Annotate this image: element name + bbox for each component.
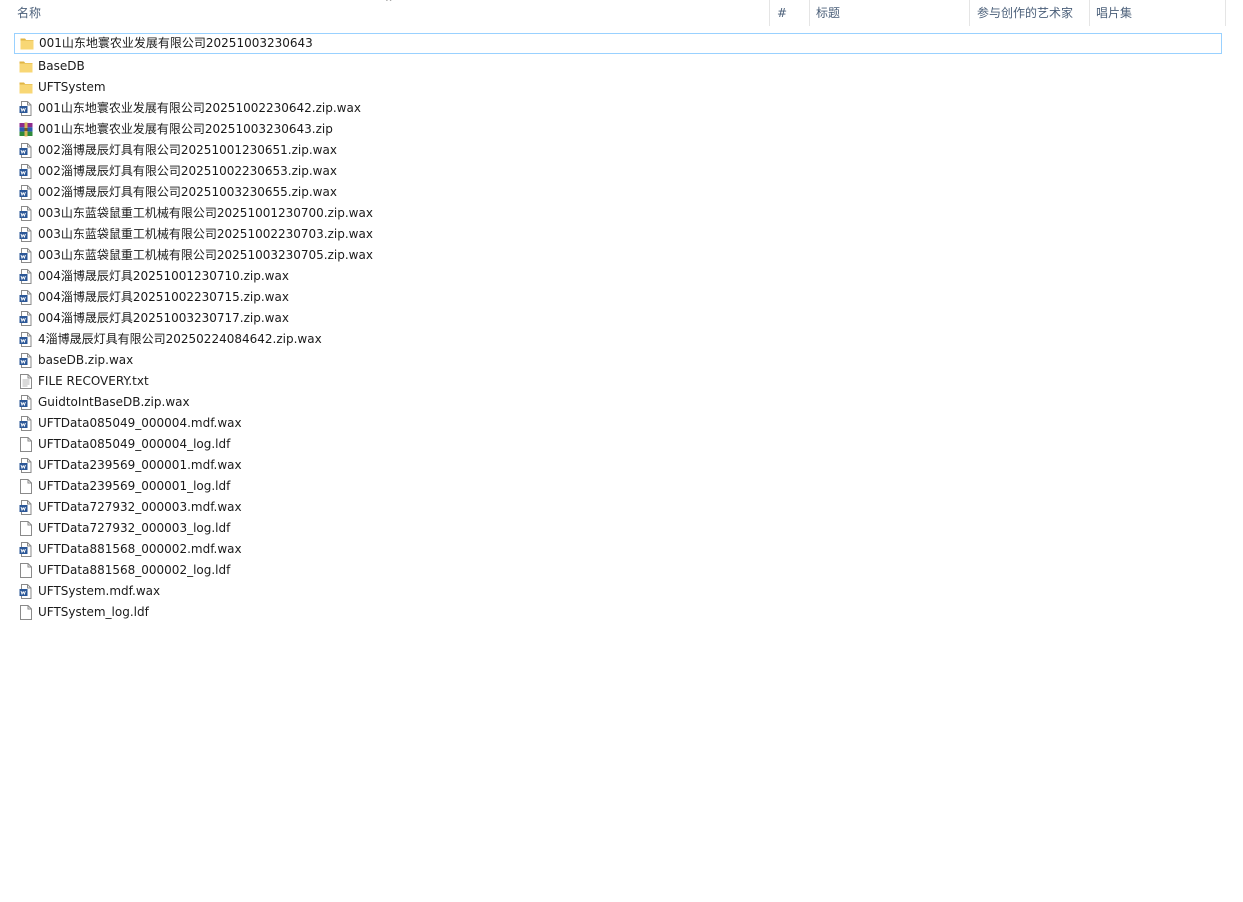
file-row[interactable]: UFTData239569_000001_log.ldf [14, 476, 1222, 497]
wax-file-icon [19, 227, 33, 242]
blank-file-icon [19, 521, 33, 536]
file-row[interactable]: FILE RECOVERY.txt [14, 371, 1222, 392]
column-header-name[interactable]: 名称 [17, 0, 41, 26]
file-row[interactable]: 004淄博晟辰灯具20251002230715.zip.wax [14, 287, 1222, 308]
file-row[interactable]: 002淄博晟辰灯具有限公司20251003230655.zip.wax [14, 182, 1222, 203]
wax-file-icon [19, 542, 33, 557]
file-name: 004淄博晟辰灯具20251003230717.zip.wax [38, 311, 289, 325]
file-row[interactable]: 004淄博晟辰灯具20251001230710.zip.wax [14, 266, 1222, 287]
wax-file-icon [19, 164, 33, 179]
file-name: FILE RECOVERY.txt [38, 374, 149, 388]
blank-file-icon [19, 479, 33, 494]
zip-archive-icon [19, 122, 33, 137]
file-row[interactable]: UFTData239569_000001.mdf.wax [14, 455, 1222, 476]
file-name: UFTData727932_000003_log.ldf [38, 521, 231, 535]
blank-file-icon [19, 605, 33, 620]
wax-file-icon [19, 458, 33, 473]
file-name: baseDB.zip.wax [38, 353, 134, 367]
column-divider[interactable] [969, 0, 970, 26]
file-name: 001山东地寰农业发展有限公司20251002230642.zip.wax [38, 101, 361, 115]
file-row[interactable]: UFTData085049_000004.mdf.wax [14, 413, 1222, 434]
file-row[interactable]: UFTSystem.mdf.wax [14, 581, 1222, 602]
file-row[interactable]: UFTData085049_000004_log.ldf [14, 434, 1222, 455]
wax-file-icon [19, 143, 33, 158]
file-name: 002淄博晟辰灯具有限公司20251002230653.zip.wax [38, 164, 337, 178]
wax-file-icon [19, 395, 33, 410]
file-row[interactable]: UFTData881568_000002.mdf.wax [14, 539, 1222, 560]
wax-file-icon [19, 185, 33, 200]
file-name: 002淄博晟辰灯具有限公司20251001230651.zip.wax [38, 143, 337, 157]
file-row[interactable]: 003山东蓝袋鼠重工机械有限公司20251001230700.zip.wax [14, 203, 1222, 224]
file-row[interactable]: 002淄博晟辰灯具有限公司20251002230653.zip.wax [14, 161, 1222, 182]
wax-file-icon [19, 311, 33, 326]
file-name: 001山东地寰农业发展有限公司20251003230643.zip [38, 122, 333, 136]
file-name: UFTSystem_log.ldf [38, 605, 149, 619]
blank-file-icon [19, 563, 33, 578]
file-name: UFTData881568_000002_log.ldf [38, 563, 231, 577]
column-divider[interactable] [1225, 0, 1226, 26]
column-header-bar: 名称 ^ # 标题 参与创作的艺术家 唱片集 [0, 0, 1243, 28]
text-file-icon [19, 374, 33, 389]
file-row[interactable]: BaseDB [14, 56, 1222, 77]
file-name: UFTData239569_000001_log.ldf [38, 479, 231, 493]
file-row[interactable]: baseDB.zip.wax [14, 350, 1222, 371]
folder-icon [20, 36, 34, 51]
file-name: BaseDB [38, 59, 85, 73]
wax-file-icon [19, 416, 33, 431]
wax-file-icon [19, 584, 33, 599]
sort-ascending-icon: ^ [385, 0, 393, 8]
column-header-title[interactable]: 标题 [816, 0, 840, 26]
file-name: UFTData881568_000002.mdf.wax [38, 542, 242, 556]
file-name: GuidtoIntBaseDB.zip.wax [38, 395, 190, 409]
file-name: 002淄博晟辰灯具有限公司20251003230655.zip.wax [38, 185, 337, 199]
column-divider[interactable] [1089, 0, 1090, 26]
file-name: 004淄博晟辰灯具20251002230715.zip.wax [38, 290, 289, 304]
file-row[interactable]: 001山东地寰农业发展有限公司20251002230642.zip.wax [14, 98, 1222, 119]
file-row[interactable]: UFTData727932_000003.mdf.wax [14, 497, 1222, 518]
file-name: 4淄博晟辰灯具有限公司20250224084642.zip.wax [38, 332, 322, 346]
file-row[interactable]: UFTSystem [14, 77, 1222, 98]
wax-file-icon [19, 206, 33, 221]
file-row[interactable]: UFTSystem_log.ldf [14, 602, 1222, 623]
file-row[interactable]: GuidtoIntBaseDB.zip.wax [14, 392, 1222, 413]
file-name: 004淄博晟辰灯具20251001230710.zip.wax [38, 269, 289, 283]
file-name: 003山东蓝袋鼠重工机械有限公司20251003230705.zip.wax [38, 248, 373, 262]
wax-file-icon [19, 101, 33, 116]
file-name: 001山东地寰农业发展有限公司20251003230643 [39, 36, 313, 50]
file-row[interactable]: 001山东地寰农业发展有限公司20251003230643.zip [14, 119, 1222, 140]
file-row[interactable]: 003山东蓝袋鼠重工机械有限公司20251002230703.zip.wax [14, 224, 1222, 245]
file-name: UFTSystem [38, 80, 106, 94]
blank-file-icon [19, 437, 33, 452]
column-divider[interactable] [769, 0, 770, 26]
column-header-album[interactable]: 唱片集 [1096, 0, 1132, 26]
file-name: 003山东蓝袋鼠重工机械有限公司20251002230703.zip.wax [38, 227, 373, 241]
wax-file-icon [19, 269, 33, 284]
folder-icon [19, 59, 33, 74]
wax-file-icon [19, 290, 33, 305]
file-row[interactable]: 004淄博晟辰灯具20251003230717.zip.wax [14, 308, 1222, 329]
wax-file-icon [19, 353, 33, 368]
file-name: UFTSystem.mdf.wax [38, 584, 161, 598]
file-row[interactable]: 002淄博晟辰灯具有限公司20251001230651.zip.wax [14, 140, 1222, 161]
column-header-contributing-artists[interactable]: 参与创作的艺术家 [977, 0, 1073, 26]
wax-file-icon [19, 332, 33, 347]
file-row[interactable]: 001山东地寰农业发展有限公司20251003230643 [14, 33, 1222, 54]
file-row[interactable]: UFTData881568_000002_log.ldf [14, 560, 1222, 581]
file-row[interactable]: 003山东蓝袋鼠重工机械有限公司20251003230705.zip.wax [14, 245, 1222, 266]
wax-file-icon [19, 500, 33, 515]
file-name: UFTData727932_000003.mdf.wax [38, 500, 242, 514]
column-header-number[interactable]: # [777, 0, 787, 26]
folder-icon [19, 80, 33, 95]
file-row[interactable]: UFTData727932_000003_log.ldf [14, 518, 1222, 539]
wax-file-icon [19, 248, 33, 263]
file-list: 001山东地寰农业发展有限公司20251003230643 BaseDB UFTSy… [14, 33, 1222, 623]
file-name: UFTData085049_000004.mdf.wax [38, 416, 242, 430]
file-name: 003山东蓝袋鼠重工机械有限公司20251001230700.zip.wax [38, 206, 373, 220]
column-divider[interactable] [809, 0, 810, 26]
file-name: UFTData085049_000004_log.ldf [38, 437, 231, 451]
file-row[interactable]: 4淄博晟辰灯具有限公司20250224084642.zip.wax [14, 329, 1222, 350]
file-name: UFTData239569_000001.mdf.wax [38, 458, 242, 472]
